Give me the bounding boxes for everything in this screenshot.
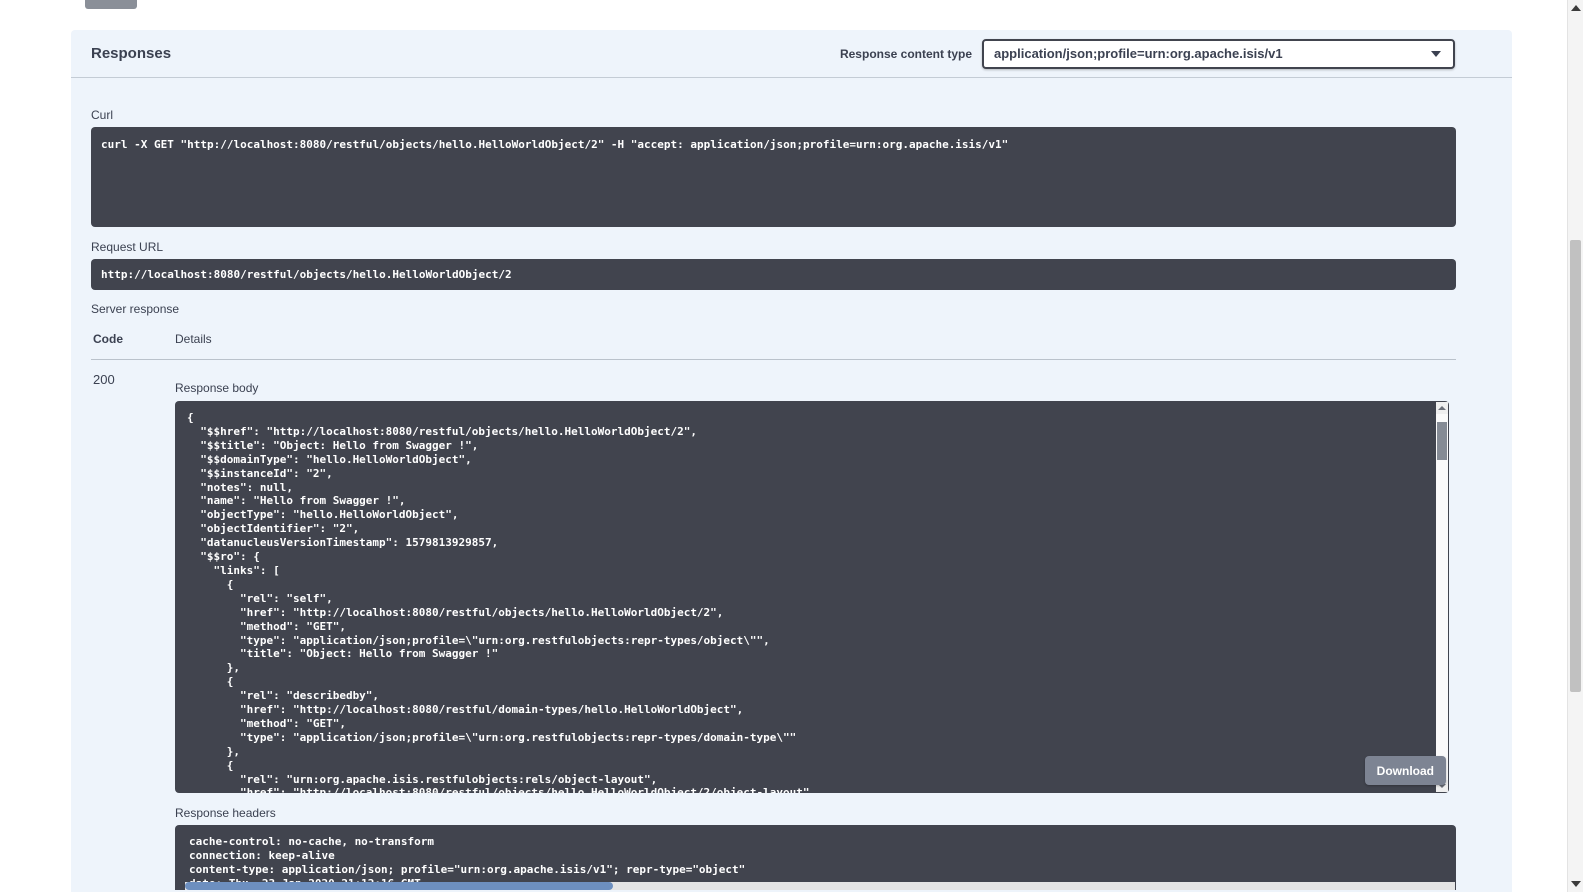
response-row: 200 Response body { "$$href": "http://lo…: [91, 360, 1456, 890]
response-body-scrollbar-thumb[interactable]: [1437, 422, 1447, 460]
response-headers-label: Response headers: [175, 806, 1456, 820]
scrollbar-down-arrow-icon[interactable]: [1568, 876, 1583, 892]
response-content-type-group: Response content type application/json;p…: [840, 39, 1455, 69]
response-headers-block[interactable]: cache-control: no-cache, no-transform co…: [175, 825, 1456, 890]
responses-body: Curl curl -X GET "http://localhost:8080/…: [71, 78, 1512, 890]
request-url-value: http://localhost:8080/restful/objects/he…: [91, 259, 1456, 290]
scroll-up-arrow-icon[interactable]: [1436, 402, 1448, 414]
response-details-cell: Response body { "$$href": "http://localh…: [175, 372, 1456, 890]
responses-panel: Responses Response content type applicat…: [71, 30, 1512, 892]
response-body-json: { "$$href": "http://localhost:8080/restf…: [175, 401, 1436, 793]
status-code: 200: [91, 372, 175, 890]
response-table-header: Code Details: [91, 332, 1456, 360]
chevron-down-icon: [1431, 51, 1441, 57]
response-body-scrollbar[interactable]: [1436, 402, 1448, 792]
response-headers-text: cache-control: no-cache, no-transform co…: [175, 825, 1456, 890]
headers-horizontal-scrollbar[interactable]: [185, 882, 1455, 890]
request-url-label: Request URL: [91, 240, 1456, 254]
details-column-header: Details: [175, 332, 1456, 359]
headers-horizontal-scrollbar-thumb[interactable]: [185, 882, 613, 890]
responses-title: Responses: [91, 45, 171, 62]
server-response-label: Server response: [91, 302, 1456, 316]
download-button[interactable]: Download: [1365, 756, 1446, 785]
browser-scrollbar-thumb[interactable]: [1570, 240, 1581, 692]
responses-header: Responses Response content type applicat…: [71, 30, 1512, 78]
response-content-type-label: Response content type: [840, 47, 972, 61]
code-column-header: Code: [91, 332, 175, 359]
response-body-block[interactable]: { "$$href": "http://localhost:8080/restf…: [175, 401, 1449, 793]
browser-scrollbar[interactable]: [1567, 0, 1583, 892]
response-content-type-select[interactable]: application/json;profile=urn:org.apache.…: [982, 39, 1455, 69]
partial-element-above: [85, 0, 137, 9]
curl-command: curl -X GET "http://localhost:8080/restf…: [91, 127, 1456, 227]
curl-label: Curl: [91, 108, 1456, 122]
response-body-label: Response body: [175, 381, 1456, 395]
scrollbar-up-arrow-icon[interactable]: [1568, 0, 1583, 16]
selected-content-type: application/json;profile=urn:org.apache.…: [994, 46, 1283, 61]
